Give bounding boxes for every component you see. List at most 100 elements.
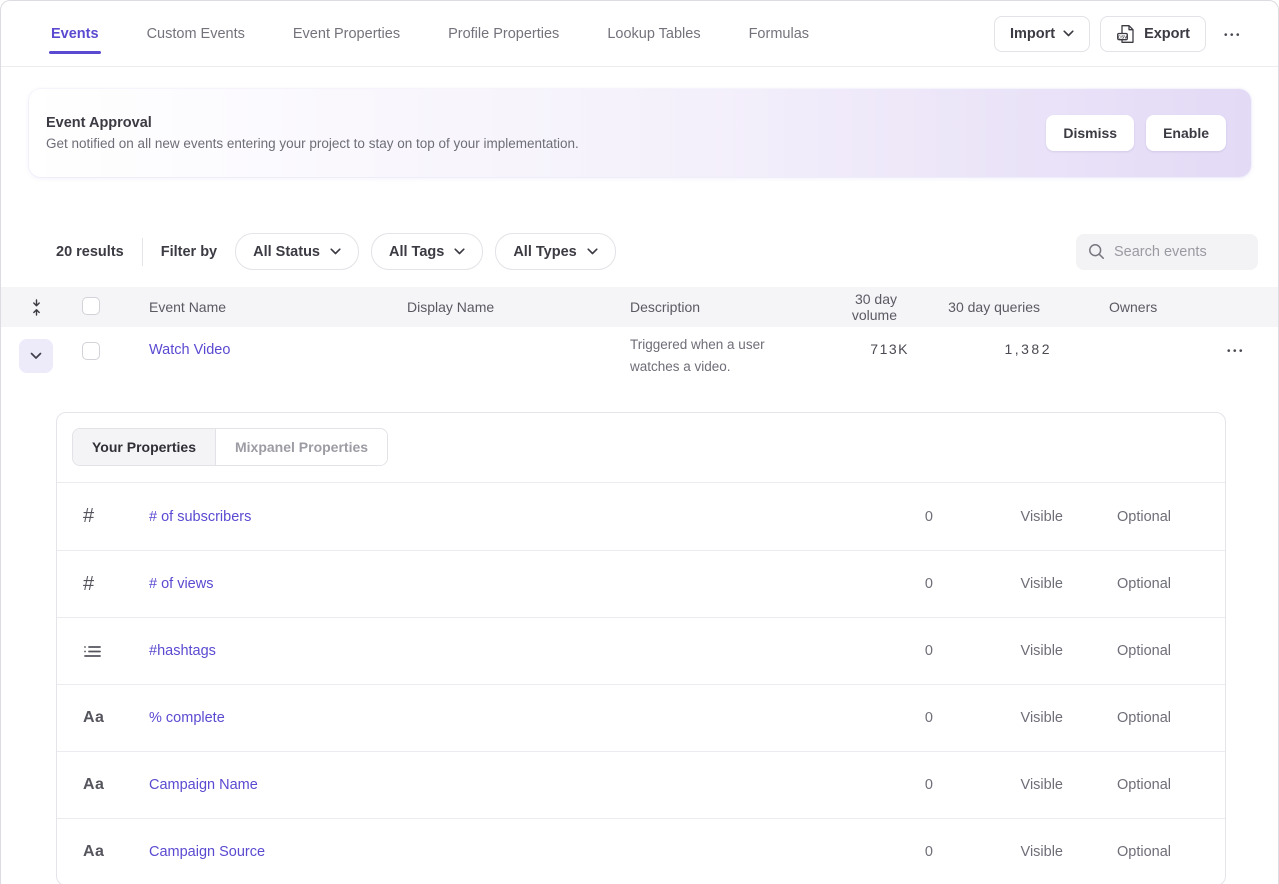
chevron-down-icon [30,352,42,360]
divider [142,238,143,266]
nav-tabs: Events Custom Events Event Properties Pr… [49,1,811,66]
export-button-label: Export [1144,26,1190,42]
collapse-rows-icon[interactable] [30,299,43,316]
chevron-down-icon [330,248,341,255]
number-type-icon: # [83,573,94,596]
property-volume: 0 [873,710,933,726]
property-requirement: Optional [1063,509,1171,525]
property-row: # Aa # of views 0 Visible Optional [57,550,1225,617]
svg-text:CSV: CSV [1118,34,1128,39]
properties-tab[interactable]: Your Properties [73,429,215,465]
column-header-30-day-volume[interactable]: 30 day volume [810,291,909,323]
column-header-event-name[interactable]: Event Name [137,299,395,315]
event-30-day-volume: 713K [810,327,909,357]
text-type-icon: Aa [83,709,104,727]
nav-tab-label: Lookup Tables [607,26,700,42]
filter-dropdown-label: All Status [253,244,320,260]
properties-tab-label: Your Properties [92,439,196,455]
properties-tab-label: Mixpanel Properties [235,439,368,455]
property-name-link[interactable]: # of subscribers [149,509,251,525]
banner-title: Event Approval [46,115,579,131]
property-volume: 0 [873,576,933,592]
collapse-all-cell [1,299,71,316]
row-checkbox[interactable] [82,342,100,360]
filter-dropdown[interactable]: All Status [235,233,359,270]
nav-tab[interactable]: Profile Properties [446,1,561,66]
list-type-icon [83,642,102,661]
filter-dropdowns: All Status All Tags All Types [235,233,616,270]
column-header-display-name[interactable]: Display Name [395,299,618,315]
nav-tab-label: Profile Properties [448,26,559,42]
property-volume: 0 [873,643,933,659]
properties-tab-group: Your Properties Mixpanel Properties [72,428,388,466]
properties-tab[interactable]: Mixpanel Properties [215,429,387,465]
row-more-options-button[interactable]: ••• [1219,336,1253,363]
property-visibility: Visible [933,643,1063,659]
chevron-down-icon [587,248,598,255]
property-name-link[interactable]: # of views [149,576,213,592]
event-approval-banner: Event Approval Get notified on all new e… [29,89,1251,177]
event-properties-panel: Your Properties Mixpanel Properties # Aa… [56,412,1226,884]
csv-file-icon: CSV [1116,24,1136,44]
import-button-label: Import [1010,26,1055,42]
property-requirement: Optional [1063,844,1171,860]
banner-text: Event Approval Get notified on all new e… [46,115,579,151]
nav-tab[interactable]: Event Properties [291,1,402,66]
property-name-link[interactable]: #hashtags [149,643,216,659]
event-table-row: Watch Video Triggered when a user watche… [1,327,1278,399]
nav-tab[interactable]: Events [49,1,101,66]
ellipsis-icon: ••• [1227,346,1245,357]
select-all-checkbox[interactable] [82,297,100,315]
property-name-link[interactable]: % complete [149,710,225,726]
event-name-link[interactable]: Watch Video [149,342,230,358]
chevron-down-icon [1063,30,1074,37]
property-requirement: Optional [1063,777,1171,793]
dismiss-button[interactable]: Dismiss [1046,115,1134,151]
filter-bar: 20 results Filter by All Status All Tags… [56,233,1258,270]
column-header-description[interactable]: Description [618,299,810,315]
properties-tabbar: Your Properties Mixpanel Properties [57,413,1225,483]
filter-dropdown-label: All Tags [389,244,444,260]
filter-dropdown[interactable]: All Types [495,233,615,270]
export-button[interactable]: CSV Export [1100,16,1206,52]
property-row: # Aa # of subscribers 0 Visible Optional [57,483,1225,550]
filter-by-label: Filter by [161,244,217,260]
search-input[interactable] [1114,244,1246,260]
nav-tab-label: Custom Events [147,26,245,42]
property-name-link[interactable]: Campaign Source [149,844,265,860]
import-button[interactable]: Import [994,16,1090,52]
column-header-30-day-queries[interactable]: 30 day queries [909,299,1052,315]
property-row: # Aa Campaign Name 0 Visible Optional [57,751,1225,818]
enable-button[interactable]: Enable [1146,115,1226,151]
property-volume: 0 [873,844,933,860]
nav-tab[interactable]: Lookup Tables [605,1,702,66]
nav-tab[interactable]: Custom Events [145,1,247,66]
nav-tab-label: Event Properties [293,26,400,42]
nav-tab-label: Formulas [749,26,809,42]
property-visibility: Visible [933,844,1063,860]
property-visibility: Visible [933,576,1063,592]
property-requirement: Optional [1063,710,1171,726]
nav-more-options-button[interactable]: ••• [1216,20,1250,47]
property-row: # Aa Campaign Source 0 Visible Optional [57,818,1225,884]
properties-list: # Aa # of subscribers 0 Visible Optional… [57,483,1225,884]
banner-actions: Dismiss Enable [1046,115,1226,151]
property-visibility: Visible [933,777,1063,793]
collapse-row-button[interactable] [19,339,53,373]
results-count: 20 results [56,244,124,260]
lexicon-page: Events Custom Events Event Properties Pr… [0,0,1279,884]
text-type-icon: Aa [83,843,104,861]
search-box [1076,234,1258,270]
filter-dropdown[interactable]: All Tags [371,233,483,270]
property-requirement: Optional [1063,643,1171,659]
column-header-owners[interactable]: Owners [1052,299,1219,315]
table-header: Event Name Display Name Description 30 d… [1,287,1278,327]
property-visibility: Visible [933,509,1063,525]
property-requirement: Optional [1063,576,1171,592]
nav-tab[interactable]: Formulas [747,1,811,66]
property-visibility: Visible [933,710,1063,726]
filter-dropdown-label: All Types [513,244,576,260]
property-name-link[interactable]: Campaign Name [149,777,258,793]
property-row: # Aa #hashtags 0 Visible Optional [57,617,1225,684]
number-type-icon: # [83,505,94,528]
